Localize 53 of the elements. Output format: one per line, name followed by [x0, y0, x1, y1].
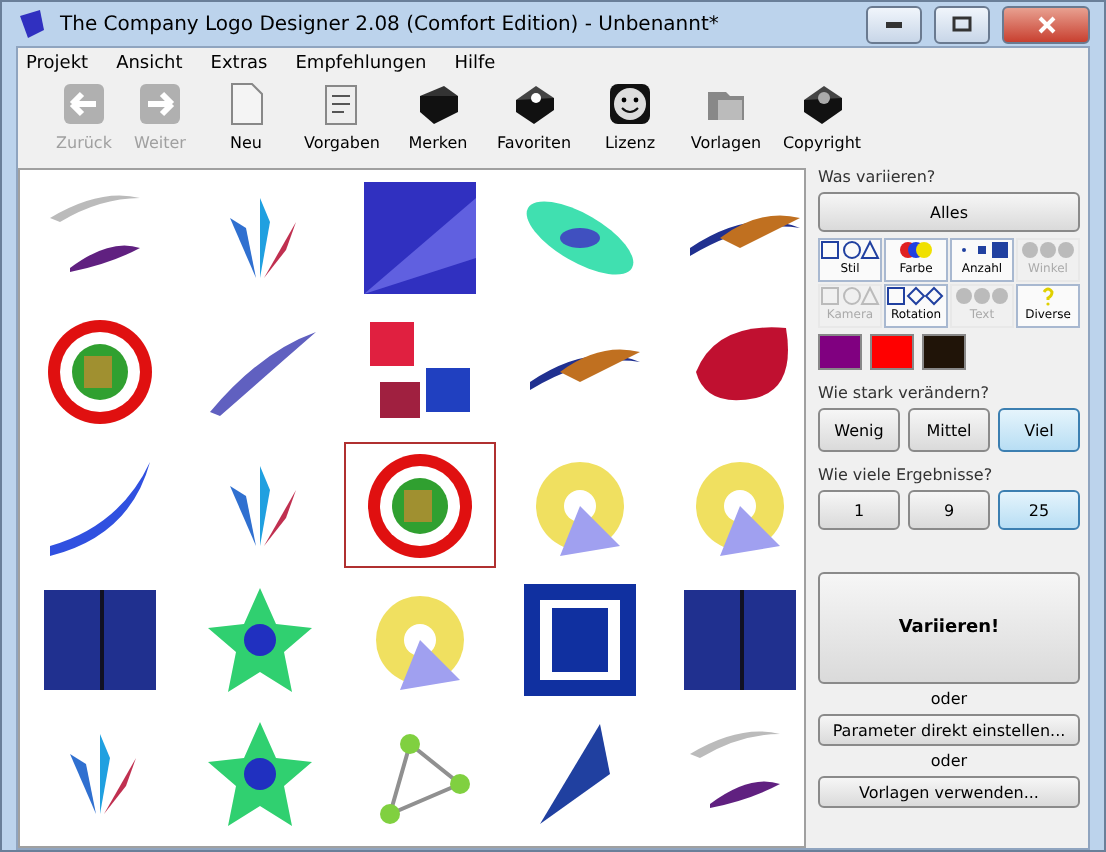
- shapes-icon: [820, 286, 880, 306]
- section-heading: Was variieren?: [818, 168, 938, 186]
- toolbar-button[interactable]: Vorgaben: [294, 80, 390, 152]
- all-button[interactable]: Alles: [818, 192, 1080, 232]
- count-button[interactable]: 1: [818, 490, 900, 530]
- shapes-icon: [820, 240, 880, 260]
- menu-item[interactable]: Hilfe: [454, 54, 496, 74]
- count-button[interactable]: 9: [908, 490, 990, 530]
- close-icon: [1037, 15, 1055, 33]
- back-icon: [60, 80, 108, 128]
- toolbar-button[interactable]: Vorlagen: [678, 80, 774, 152]
- toolbar-button[interactable]: Favoriten: [486, 80, 582, 152]
- minimize-icon: [886, 21, 902, 27]
- diamonds-icon: [886, 286, 946, 306]
- app-logo-icon: [16, 8, 48, 40]
- toolbar-button[interactable]: Copyright: [774, 80, 870, 152]
- window-title: The Company Logo Designer 2.08 (Comfort Edition) - Unbenannt*: [60, 13, 721, 35]
- color-swatch[interactable]: [922, 334, 966, 370]
- count-button[interactable]: 25: [998, 490, 1080, 530]
- parameters-button[interactable]: Parameter direkt einstellen...: [818, 714, 1080, 746]
- menu-item[interactable]: Ansicht: [116, 54, 183, 74]
- menu-item[interactable]: Projekt: [26, 54, 89, 74]
- section-heading: Wie stark verändern?: [818, 384, 991, 402]
- templates-button[interactable]: Vorlagen verwenden...: [818, 776, 1080, 808]
- menu-item[interactable]: Extras: [210, 54, 268, 74]
- strength-button[interactable]: Wenig: [818, 408, 900, 452]
- logo-drawing: [520, 579, 640, 699]
- menu-item[interactable]: Empfehlungen: [295, 54, 427, 74]
- strength-button[interactable]: Mittel: [908, 408, 990, 452]
- logo-tile[interactable]: [344, 442, 496, 568]
- or-label: oder: [928, 752, 970, 770]
- cdbook-icon: [798, 80, 846, 128]
- logo-drawing: [360, 177, 480, 297]
- circles-icon: [1018, 240, 1078, 260]
- section-heading: Wie viele Ergebnisse?: [818, 466, 995, 484]
- toolbar-button[interactable]: Merken: [390, 80, 486, 152]
- strength-button[interactable]: Viel: [998, 408, 1080, 452]
- vary-button[interactable]: Variieren!: [818, 572, 1080, 684]
- toolbar-button[interactable]: Neu: [198, 80, 294, 152]
- color-swatch[interactable]: [818, 334, 862, 370]
- or-label: oder: [928, 690, 970, 708]
- toolbar-button[interactable]: Lizenz: [582, 80, 678, 152]
- circles-icon: [952, 286, 1012, 306]
- question-icon: [1038, 286, 1058, 306]
- close-button[interactable]: [1002, 5, 1090, 43]
- color-swatch[interactable]: [870, 334, 914, 370]
- forward-icon: [136, 80, 184, 128]
- smiley-icon: [606, 80, 654, 128]
- book-icon: [414, 80, 462, 128]
- maximize-icon: [952, 16, 972, 32]
- heartbook-icon: [510, 80, 558, 128]
- maximize-button[interactable]: [934, 5, 990, 43]
- minimize-button[interactable]: [866, 5, 922, 43]
